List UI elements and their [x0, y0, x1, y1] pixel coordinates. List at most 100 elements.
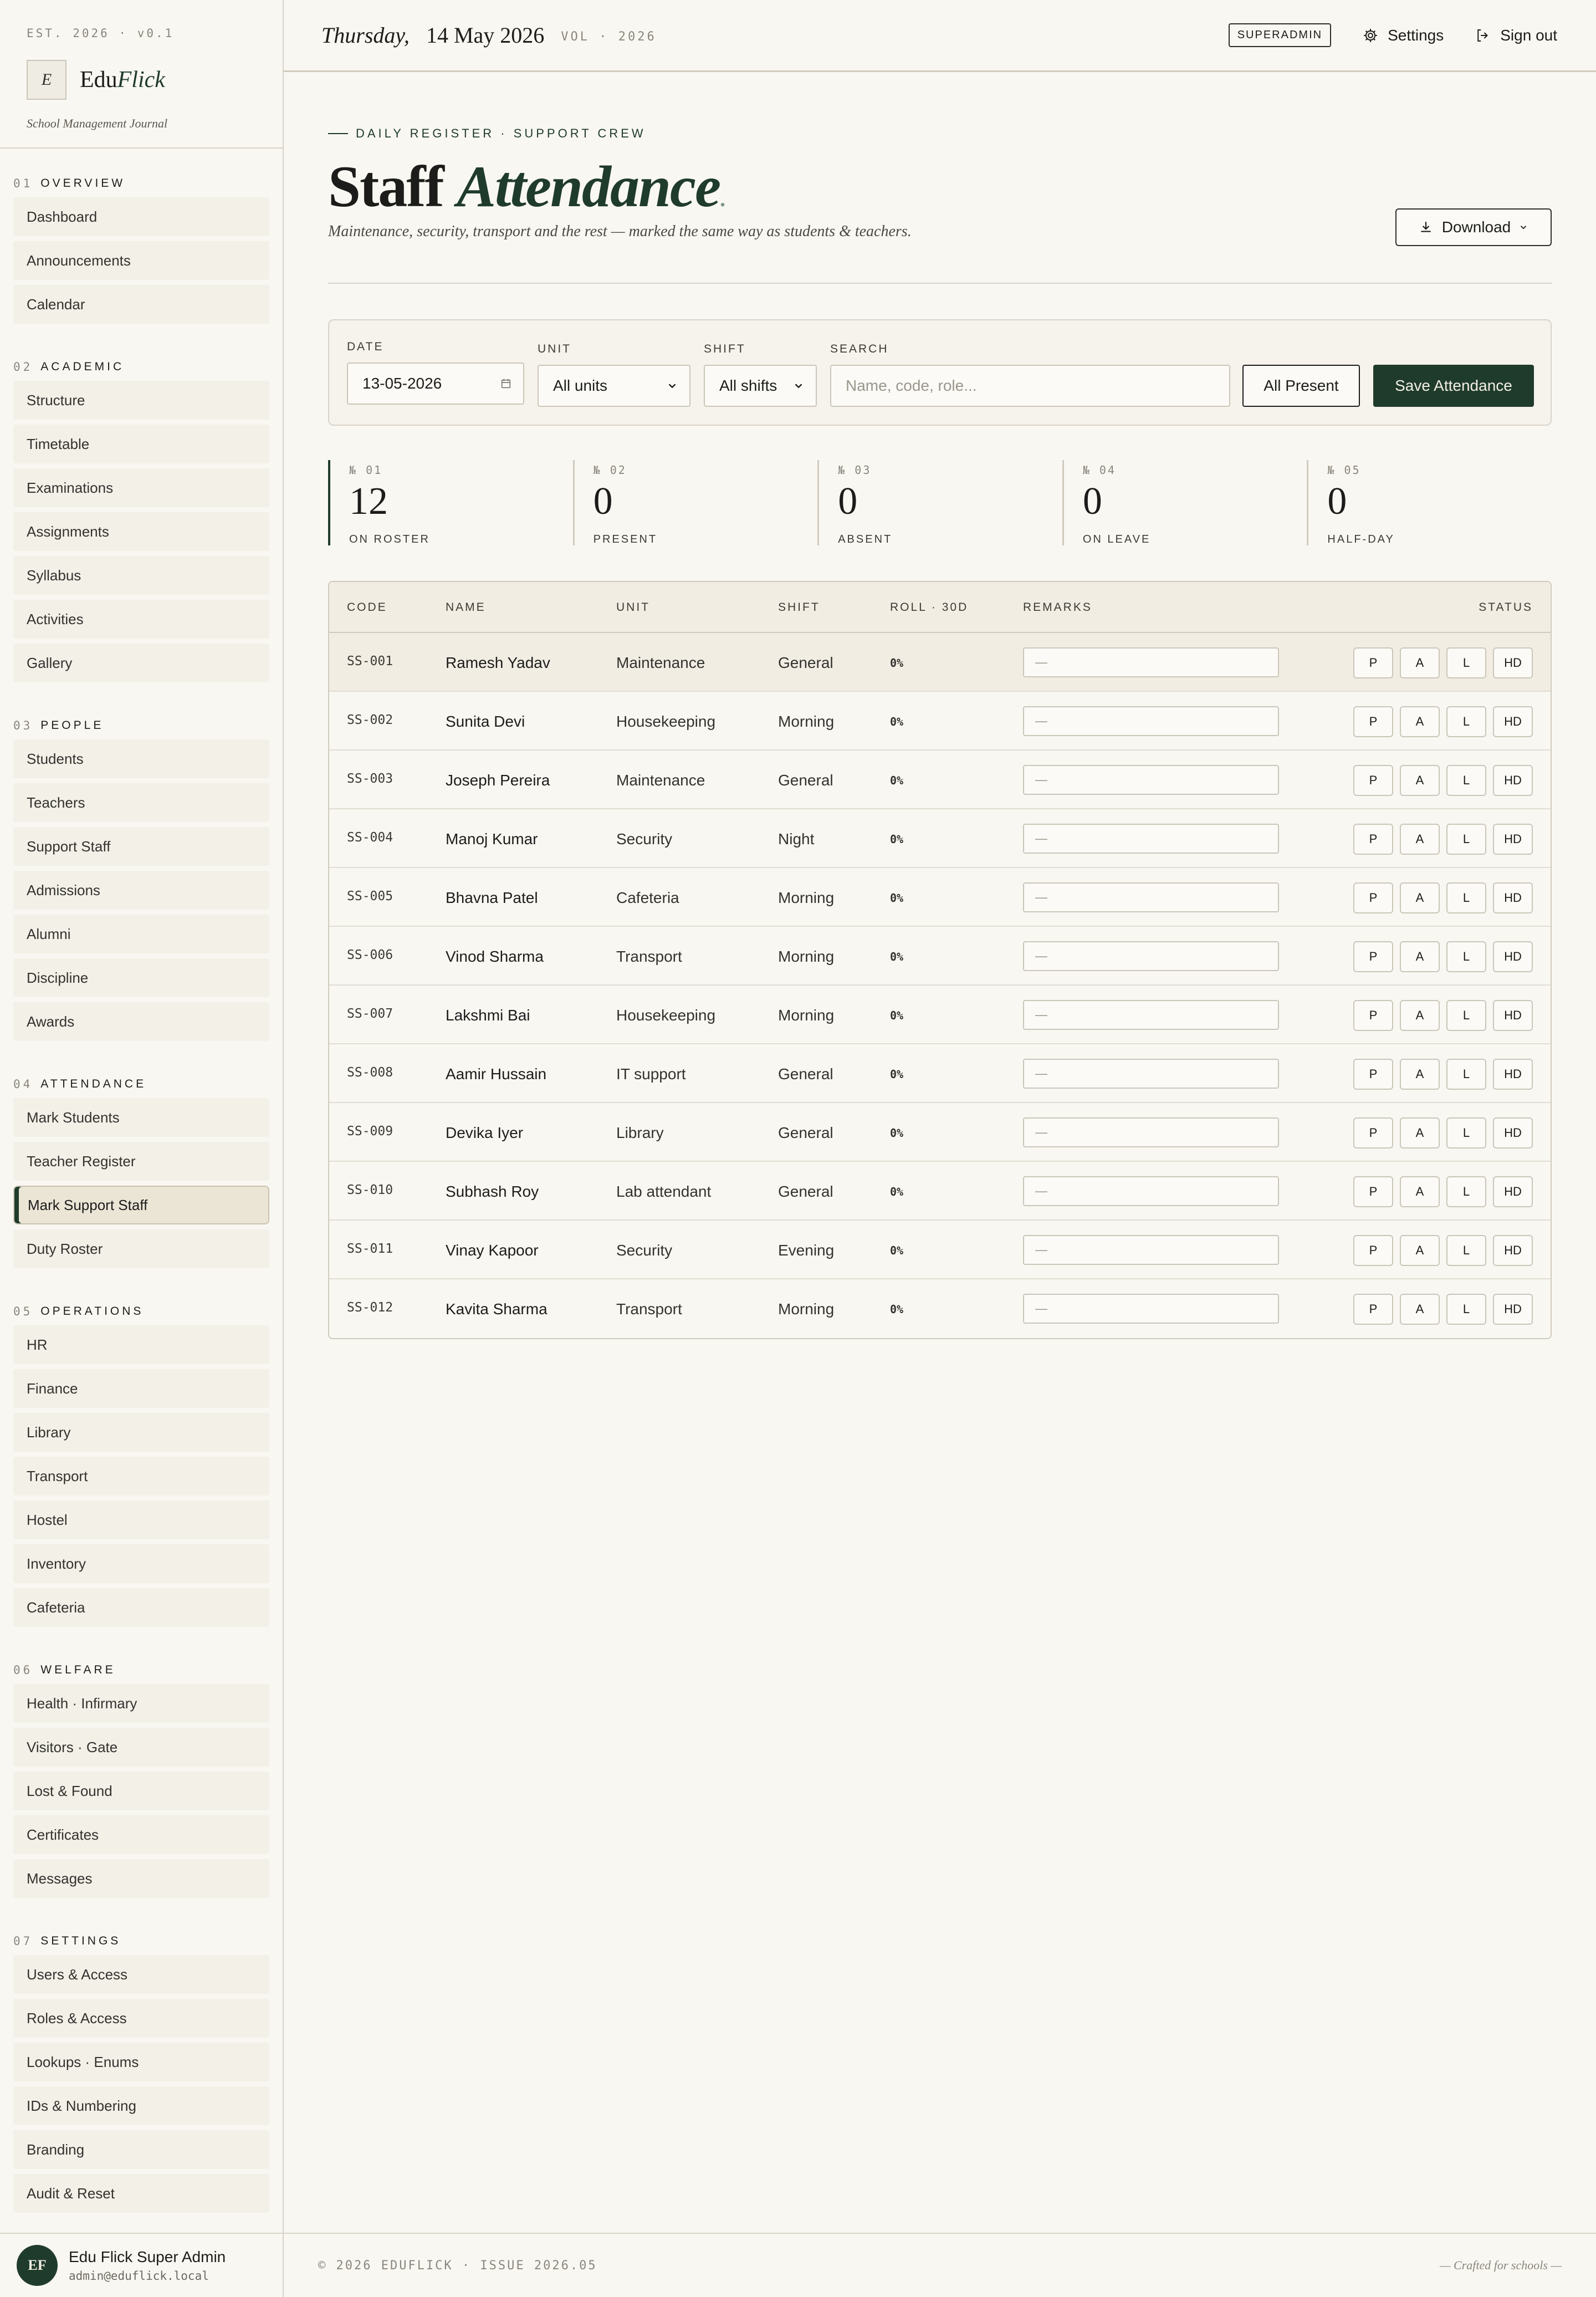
status-a-button[interactable]: A: [1400, 1059, 1440, 1090]
status-a-button[interactable]: A: [1400, 765, 1440, 796]
status-hd-button[interactable]: HD: [1493, 1000, 1533, 1031]
status-p-button[interactable]: P: [1353, 765, 1393, 796]
sidebar-item-finance[interactable]: Finance: [13, 1369, 269, 1408]
sidebar-item-awards[interactable]: Awards: [13, 1002, 269, 1041]
remarks-input[interactable]: —: [1023, 824, 1279, 854]
sidebar-item-hr[interactable]: HR: [13, 1325, 269, 1364]
brand-name[interactable]: EduFlick: [80, 67, 165, 93]
status-hd-button[interactable]: HD: [1493, 1117, 1533, 1148]
remarks-input[interactable]: —: [1023, 706, 1279, 736]
status-p-button[interactable]: P: [1353, 647, 1393, 678]
status-a-button[interactable]: A: [1400, 824, 1440, 855]
sidebar-item-users-access[interactable]: Users & Access: [13, 1955, 269, 1994]
status-l-button[interactable]: L: [1446, 765, 1486, 796]
remarks-input[interactable]: —: [1023, 1059, 1279, 1089]
status-p-button[interactable]: P: [1353, 824, 1393, 855]
sidebar-item-gallery[interactable]: Gallery: [13, 644, 269, 682]
status-l-button[interactable]: L: [1446, 1176, 1486, 1207]
status-a-button[interactable]: A: [1400, 882, 1440, 913]
status-a-button[interactable]: A: [1400, 1117, 1440, 1148]
status-hd-button[interactable]: HD: [1493, 1294, 1533, 1325]
remarks-input[interactable]: —: [1023, 1117, 1279, 1147]
status-p-button[interactable]: P: [1353, 1000, 1393, 1031]
sidebar-item-teachers[interactable]: Teachers: [13, 783, 269, 822]
sidebar-item-support-staff[interactable]: Support Staff: [13, 827, 269, 866]
sidebar-item-mark-students[interactable]: Mark Students: [13, 1098, 269, 1137]
sidebar-item-lost-found[interactable]: Lost & Found: [13, 1772, 269, 1810]
unit-select[interactable]: All units: [538, 365, 690, 407]
date-input[interactable]: 13-05-2026: [347, 363, 524, 405]
status-hd-button[interactable]: HD: [1493, 882, 1533, 913]
sidebar-item-assignments[interactable]: Assignments: [13, 512, 269, 551]
sidebar-item-teacher-register[interactable]: Teacher Register: [13, 1142, 269, 1181]
sidebar-item-cafeteria[interactable]: Cafeteria: [13, 1588, 269, 1627]
status-p-button[interactable]: P: [1353, 882, 1393, 913]
remarks-input[interactable]: —: [1023, 765, 1279, 795]
status-l-button[interactable]: L: [1446, 1000, 1486, 1031]
status-hd-button[interactable]: HD: [1493, 706, 1533, 737]
status-p-button[interactable]: P: [1353, 1117, 1393, 1148]
status-hd-button[interactable]: HD: [1493, 647, 1533, 678]
status-hd-button[interactable]: HD: [1493, 824, 1533, 855]
sidebar-item-visitors-gate[interactable]: Visitors · Gate: [13, 1728, 269, 1767]
user-profile[interactable]: EF Edu Flick Super Admin admin@eduflick.…: [0, 2233, 283, 2297]
sidebar-item-calendar[interactable]: Calendar: [13, 285, 269, 324]
sidebar-item-mark-support-staff[interactable]: Mark Support Staff: [13, 1186, 269, 1224]
status-l-button[interactable]: L: [1446, 647, 1486, 678]
status-l-button[interactable]: L: [1446, 1235, 1486, 1266]
status-a-button[interactable]: A: [1400, 1000, 1440, 1031]
remarks-input[interactable]: —: [1023, 882, 1279, 912]
remarks-input[interactable]: —: [1023, 1294, 1279, 1324]
status-l-button[interactable]: L: [1446, 706, 1486, 737]
sidebar-item-syllabus[interactable]: Syllabus: [13, 556, 269, 595]
sidebar-item-admissions[interactable]: Admissions: [13, 871, 269, 910]
remarks-input[interactable]: —: [1023, 647, 1279, 677]
remarks-input[interactable]: —: [1023, 1000, 1279, 1030]
sidebar-item-discipline[interactable]: Discipline: [13, 958, 269, 997]
status-l-button[interactable]: L: [1446, 1294, 1486, 1325]
sidebar-item-library[interactable]: Library: [13, 1413, 269, 1452]
sidebar-item-lookups-enums[interactable]: Lookups · Enums: [13, 2043, 269, 2081]
status-l-button[interactable]: L: [1446, 1117, 1486, 1148]
status-l-button[interactable]: L: [1446, 824, 1486, 855]
sidebar-item-examinations[interactable]: Examinations: [13, 468, 269, 507]
sidebar-item-messages[interactable]: Messages: [13, 1859, 269, 1898]
status-p-button[interactable]: P: [1353, 941, 1393, 972]
status-a-button[interactable]: A: [1400, 706, 1440, 737]
status-p-button[interactable]: P: [1353, 706, 1393, 737]
sidebar-item-timetable[interactable]: Timetable: [13, 425, 269, 463]
status-l-button[interactable]: L: [1446, 882, 1486, 913]
status-p-button[interactable]: P: [1353, 1059, 1393, 1090]
status-a-button[interactable]: A: [1400, 1235, 1440, 1266]
status-l-button[interactable]: L: [1446, 1059, 1486, 1090]
sidebar-item-branding[interactable]: Branding: [13, 2130, 269, 2169]
sidebar-item-duty-roster[interactable]: Duty Roster: [13, 1229, 269, 1268]
sidebar-item-health-infirmary[interactable]: Health · Infirmary: [13, 1684, 269, 1723]
remarks-input[interactable]: —: [1023, 941, 1279, 971]
search-input[interactable]: Name, code, role...: [830, 365, 1230, 407]
sidebar-item-inventory[interactable]: Inventory: [13, 1544, 269, 1583]
remarks-input[interactable]: —: [1023, 1176, 1279, 1206]
sidebar-item-roles-access[interactable]: Roles & Access: [13, 1999, 269, 2038]
status-hd-button[interactable]: HD: [1493, 1176, 1533, 1207]
status-a-button[interactable]: A: [1400, 1176, 1440, 1207]
status-l-button[interactable]: L: [1446, 941, 1486, 972]
status-p-button[interactable]: P: [1353, 1176, 1393, 1207]
sidebar-item-announcements[interactable]: Announcements: [13, 241, 269, 280]
remarks-input[interactable]: —: [1023, 1235, 1279, 1265]
sidebar-item-alumni[interactable]: Alumni: [13, 915, 269, 953]
status-a-button[interactable]: A: [1400, 941, 1440, 972]
sidebar-item-dashboard[interactable]: Dashboard: [13, 197, 269, 236]
status-a-button[interactable]: A: [1400, 647, 1440, 678]
sidebar-item-activities[interactable]: Activities: [13, 600, 269, 639]
shift-select[interactable]: All shifts: [704, 365, 817, 407]
status-p-button[interactable]: P: [1353, 1235, 1393, 1266]
status-hd-button[interactable]: HD: [1493, 1235, 1533, 1266]
all-present-button[interactable]: All Present: [1242, 365, 1360, 407]
sidebar-item-ids-numbering[interactable]: IDs & Numbering: [13, 2086, 269, 2125]
status-hd-button[interactable]: HD: [1493, 1059, 1533, 1090]
sidebar-item-transport[interactable]: Transport: [13, 1457, 269, 1495]
status-p-button[interactable]: P: [1353, 1294, 1393, 1325]
status-hd-button[interactable]: HD: [1493, 941, 1533, 972]
sidebar-item-audit-reset[interactable]: Audit & Reset: [13, 2174, 269, 2213]
